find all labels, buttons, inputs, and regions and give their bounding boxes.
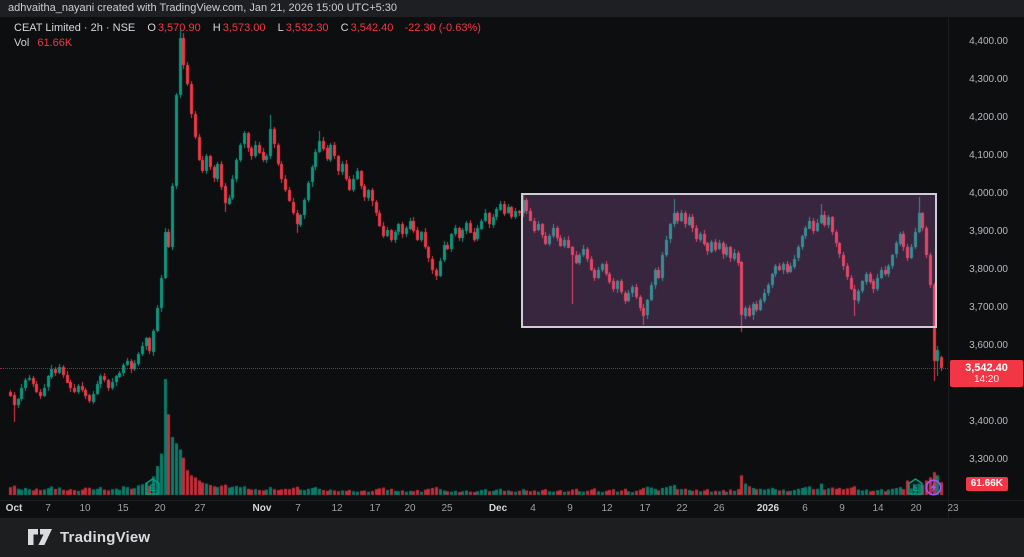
time-tick-label: 10 [79,503,90,515]
price-axis[interactable]: 3,542.40 14:20 61.66K 4,400.00 4,300.00 4,… [948,17,1024,518]
open-label: O [147,22,156,34]
high-value: 3,573.00 [223,22,266,34]
time-tick-label: 25 [441,503,452,515]
time-tick-label: 7 [295,503,301,515]
price-tick-label: 3,700.00 [969,303,1008,313]
price-tick-label: 4,400.00 [969,37,1008,47]
close-label: C [341,22,349,34]
time-tick-label: 7 [45,503,51,515]
time-tick-label: 20 [404,503,415,515]
change-value: -22.30 (-0.63%) [404,22,480,34]
high-label: H [213,22,221,34]
price-tick-label: 4,100.00 [969,151,1008,161]
price-tick-label: 4,000.00 [969,189,1008,199]
time-tick-label: 20 [154,503,165,515]
time-axis[interactable]: Oct710152027Nov712172025Dec4912172226202… [0,500,1024,518]
close-value: 3,542.40 [351,22,394,34]
last-price-value: 3,542.40 [950,362,1023,374]
time-tick-label: 15 [117,503,128,515]
time-tick-label: 22 [676,503,687,515]
legend-volume-row: Vol 61.66K [14,36,481,50]
tradingview-logo-text: TradingView [60,529,150,546]
symbol-title[interactable]: CEAT Limited · 2h · NSE [14,22,135,34]
time-tick-label: 17 [369,503,380,515]
time-tick-label: 27 [194,503,205,515]
watermark-bar: adhvaitha_nayani created with TradingVie… [0,0,1024,17]
time-tick-label: 12 [331,503,342,515]
time-tick-label: 9 [567,503,573,515]
price-tick-label: 4,200.00 [969,113,1008,123]
price-tick-label: 3,600.00 [969,341,1008,351]
time-tick-label: 2026 [757,503,779,515]
time-tick-label: Nov [253,503,272,515]
tradingview-chart-window: adhvaitha_nayani created with TradingVie… [0,0,1024,557]
earnings-icon[interactable]: E [145,478,160,495]
earnings-icon[interactable]: E [908,478,923,495]
bar-countdown: 14:20 [950,374,1023,385]
watermark-text: adhvaitha_nayani created with TradingVie… [8,2,397,14]
volume-badge: 61.66K [966,477,1008,491]
last-price-line [0,368,948,369]
price-tick-label: 3,300.00 [969,455,1008,465]
lightning-icon[interactable] [925,479,942,496]
price-tick-label: 3,400.00 [969,417,1008,427]
legend-ohlc-row: CEAT Limited · 2h · NSE O3,570.90 H3,573… [14,21,481,35]
price-tick-label: 3,800.00 [969,265,1008,275]
low-label: L [278,22,284,34]
time-tick-label: 23 [947,503,958,515]
svg-text:E: E [149,483,155,493]
time-tick-label: 6 [802,503,808,515]
symbol-legend[interactable]: CEAT Limited · 2h · NSE O3,570.90 H3,573… [14,21,481,50]
time-tick-label: 14 [872,503,883,515]
time-tick-label: 17 [639,503,650,515]
time-tick-label: 12 [601,503,612,515]
volume-label: Vol [14,37,29,49]
time-tick-label: Dec [489,503,507,515]
time-tick-label: 9 [839,503,845,515]
tradingview-logo[interactable]: TradingView [27,527,150,547]
time-tick-label: 4 [530,503,536,515]
low-value: 3,532.30 [286,22,329,34]
tradingview-logo-icon [27,527,53,547]
time-tick-label: Oct [6,503,23,515]
time-tick-label: 26 [713,503,724,515]
svg-text:E: E [912,483,918,493]
candlestick-chart-canvas[interactable] [0,17,948,500]
open-value: 3,570.90 [158,22,201,34]
last-price-badge: 3,542.40 14:20 [950,360,1023,387]
price-tick-label: 3,900.00 [969,227,1008,237]
time-tick-label: 20 [910,503,921,515]
bottom-bar: TradingView [0,518,1024,557]
volume-value: 61.66K [37,37,72,49]
price-tick-label: 4,300.00 [969,75,1008,85]
